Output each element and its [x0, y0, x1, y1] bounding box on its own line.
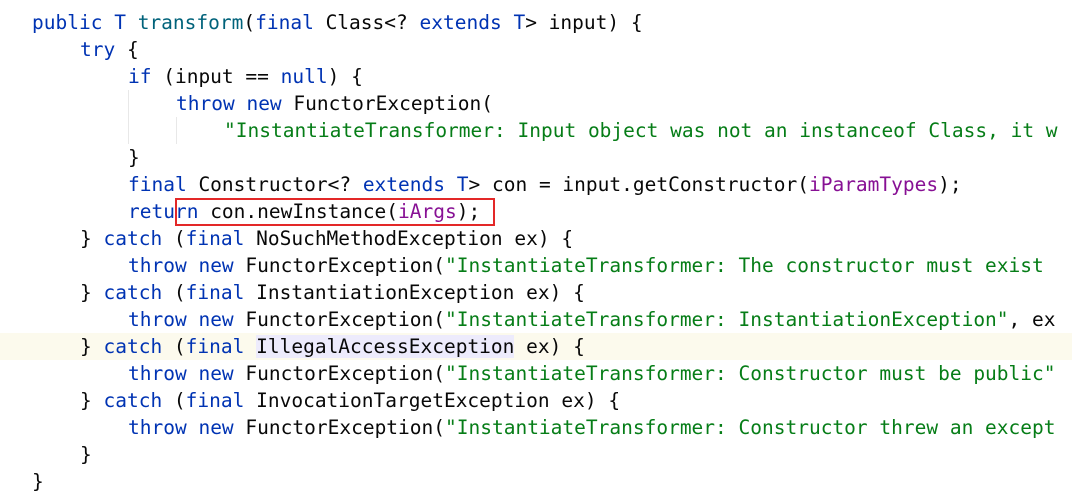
indent-guide — [176, 117, 177, 144]
token-keyword: throw — [128, 416, 187, 439]
token-keyword: new — [246, 92, 282, 115]
token-string: "InstantiateTransformer: Input object wa… — [224, 119, 1058, 142]
code-line-1[interactable]: public T transform(final Class<? extends… — [0, 9, 1084, 36]
token-highlighted-identifier: IllegalAccessException — [256, 335, 515, 358]
code-line-14[interactable]: throw new FunctorException("InstantiateT… — [0, 360, 1084, 387]
token-keyword: new — [198, 362, 234, 385]
code-line-6[interactable]: } — [0, 144, 1084, 171]
code-line-16[interactable]: throw new FunctorException("InstantiateT… — [0, 414, 1084, 441]
code-line-12[interactable]: throw new FunctorException("InstantiateT… — [0, 306, 1084, 333]
editor-scrollbar[interactable] — [1072, 0, 1084, 494]
token-keyword: new — [198, 254, 234, 277]
token-keyword: catch — [103, 227, 163, 250]
token-keyword: catch — [103, 389, 163, 412]
code-line-9[interactable]: } catch (final NoSuchMethodException ex)… — [0, 225, 1084, 252]
token-keyword: final — [185, 335, 245, 358]
token-type-param: T — [456, 173, 469, 196]
code-line-4[interactable]: throw new FunctorException( — [0, 90, 1084, 117]
token-keyword: extends — [419, 11, 502, 34]
token-string: "InstantiateTransformer: Constructor thr… — [445, 416, 1056, 439]
token-type-param: T — [513, 11, 526, 34]
code-editor[interactable]: public T transform(final Class<? extends… — [0, 0, 1084, 494]
token-keyword: catch — [103, 335, 163, 358]
indent-guide — [128, 117, 129, 144]
token-keyword: extends — [362, 173, 445, 196]
code-line-8[interactable]: return con.newInstance(iArgs); — [0, 198, 1084, 225]
indent-guide — [128, 90, 129, 117]
code-line-5[interactable]: "InstantiateTransformer: Input object wa… — [0, 117, 1084, 144]
token-keyword: catch — [103, 281, 163, 304]
token-keyword: public — [32, 11, 103, 34]
token-keyword: throw — [128, 362, 187, 385]
code-line-10[interactable]: throw new FunctorException("InstantiateT… — [0, 252, 1084, 279]
token-keyword: null — [280, 65, 328, 88]
token-keyword: new — [198, 416, 234, 439]
token-field: iArgs — [398, 200, 457, 223]
code-line-7[interactable]: final Constructor<? extends T> con = inp… — [0, 171, 1084, 198]
token-string: "InstantiateTransformer: Constructor mus… — [445, 362, 1056, 385]
token-keyword: try — [80, 38, 116, 61]
code-line-2[interactable]: try { — [0, 36, 1084, 63]
token-field: iParamTypes — [808, 173, 939, 196]
code-line-18[interactable]: } — [0, 468, 1084, 494]
token-keyword: new — [198, 308, 234, 331]
code-line-3[interactable]: if (input == null) { — [0, 63, 1084, 90]
token-keyword: final — [128, 173, 187, 196]
token-keyword: throw — [176, 92, 235, 115]
token-method-name: transform — [137, 11, 244, 34]
token-keyword: if — [128, 65, 152, 88]
token-keyword: return — [128, 200, 199, 223]
code-line-11[interactable]: } catch (final InstantiationException ex… — [0, 279, 1084, 306]
token-string: "InstantiateTransformer: The constructor… — [445, 254, 1044, 277]
token-keyword: final — [185, 389, 245, 412]
code-line-13-current[interactable]: } catch (final IllegalAccessException ex… — [0, 333, 1084, 360]
token-keyword: final — [185, 281, 245, 304]
token-keyword: throw — [128, 254, 187, 277]
token-string: "InstantiateTransformer: InstantiationEx… — [445, 308, 1009, 331]
code-line-17[interactable]: } — [0, 441, 1084, 468]
code-line-15[interactable]: } catch (final InvocationTargetException… — [0, 387, 1084, 414]
token-type-param: T — [114, 11, 126, 34]
token-keyword: final — [185, 227, 245, 250]
token-keyword: throw — [128, 308, 187, 331]
token-keyword: final — [255, 11, 314, 34]
